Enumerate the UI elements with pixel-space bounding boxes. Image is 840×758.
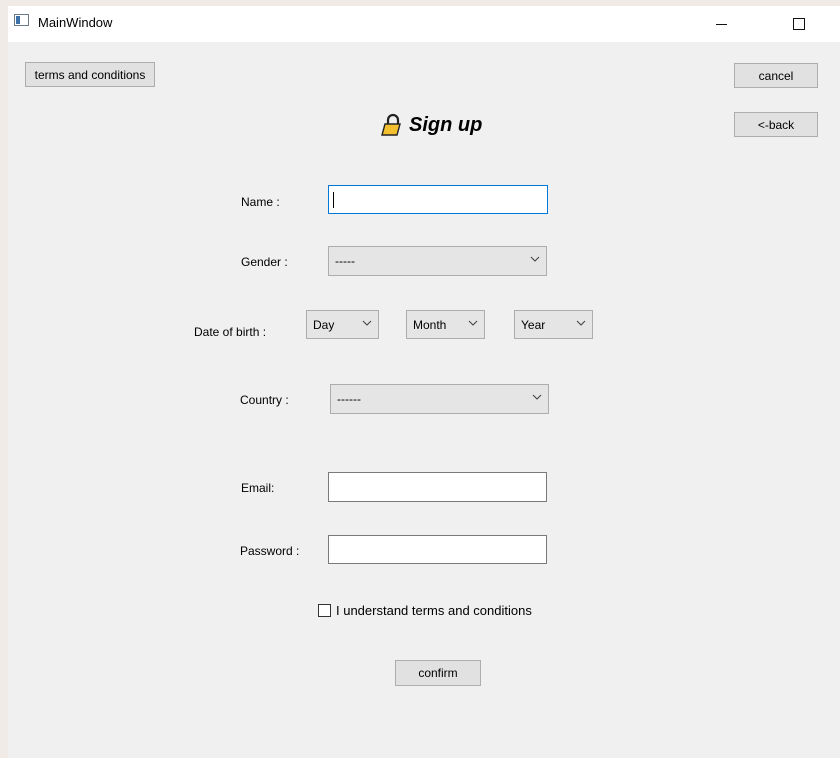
chevron-down-icon	[532, 394, 542, 400]
country-label: Country :	[240, 393, 289, 407]
terms-and-conditions-button[interactable]: terms and conditions	[25, 62, 155, 87]
app-window-icon	[14, 14, 29, 26]
cancel-button[interactable]: cancel	[734, 63, 818, 88]
maximize-icon	[793, 18, 805, 30]
sign-up-heading: Sign up	[409, 113, 483, 136]
terms-checkbox-label[interactable]: I understand terms and conditions	[336, 603, 532, 618]
date-of-birth-label: Date of birth :	[194, 325, 267, 339]
month-dropdown[interactable]: Month	[406, 310, 485, 339]
day-dropdown[interactable]: Day	[306, 310, 379, 339]
lock-icon	[381, 113, 401, 136]
terms-checkbox[interactable]	[318, 604, 331, 617]
chevron-down-icon	[576, 320, 586, 326]
name-input[interactable]	[328, 185, 548, 214]
text-caret	[333, 192, 334, 208]
minimize-button[interactable]	[698, 6, 744, 42]
month-selected-value: Month	[413, 317, 447, 332]
country-selected-value: ------	[337, 392, 361, 406]
email-label: Email:	[241, 481, 275, 495]
gender-label: Gender :	[241, 255, 288, 269]
window-title: MainWindow	[38, 15, 113, 30]
confirm-button[interactable]: confirm	[395, 660, 481, 686]
password-input[interactable]	[328, 535, 547, 564]
day-selected-value: Day	[313, 317, 335, 332]
country-dropdown[interactable]: ------	[330, 384, 549, 414]
gender-dropdown[interactable]: -----	[328, 246, 547, 276]
terms-agreement-row[interactable]: I understand terms and conditions	[318, 603, 532, 618]
year-selected-value: Year	[521, 317, 546, 332]
year-dropdown[interactable]: Year	[514, 310, 593, 339]
title-bar[interactable]: MainWindow	[8, 6, 840, 42]
chevron-down-icon	[362, 320, 372, 326]
page-title: Sign up	[381, 110, 482, 140]
minimize-icon	[715, 23, 727, 25]
chevron-down-icon	[530, 256, 540, 262]
gender-selected-value: -----	[335, 254, 355, 268]
back-button[interactable]: <-back	[734, 112, 818, 137]
name-label: Name :	[241, 195, 280, 209]
maximize-button[interactable]	[776, 6, 822, 42]
chevron-down-icon	[468, 320, 478, 326]
email-input[interactable]	[328, 472, 547, 502]
password-label: Password :	[240, 544, 300, 558]
